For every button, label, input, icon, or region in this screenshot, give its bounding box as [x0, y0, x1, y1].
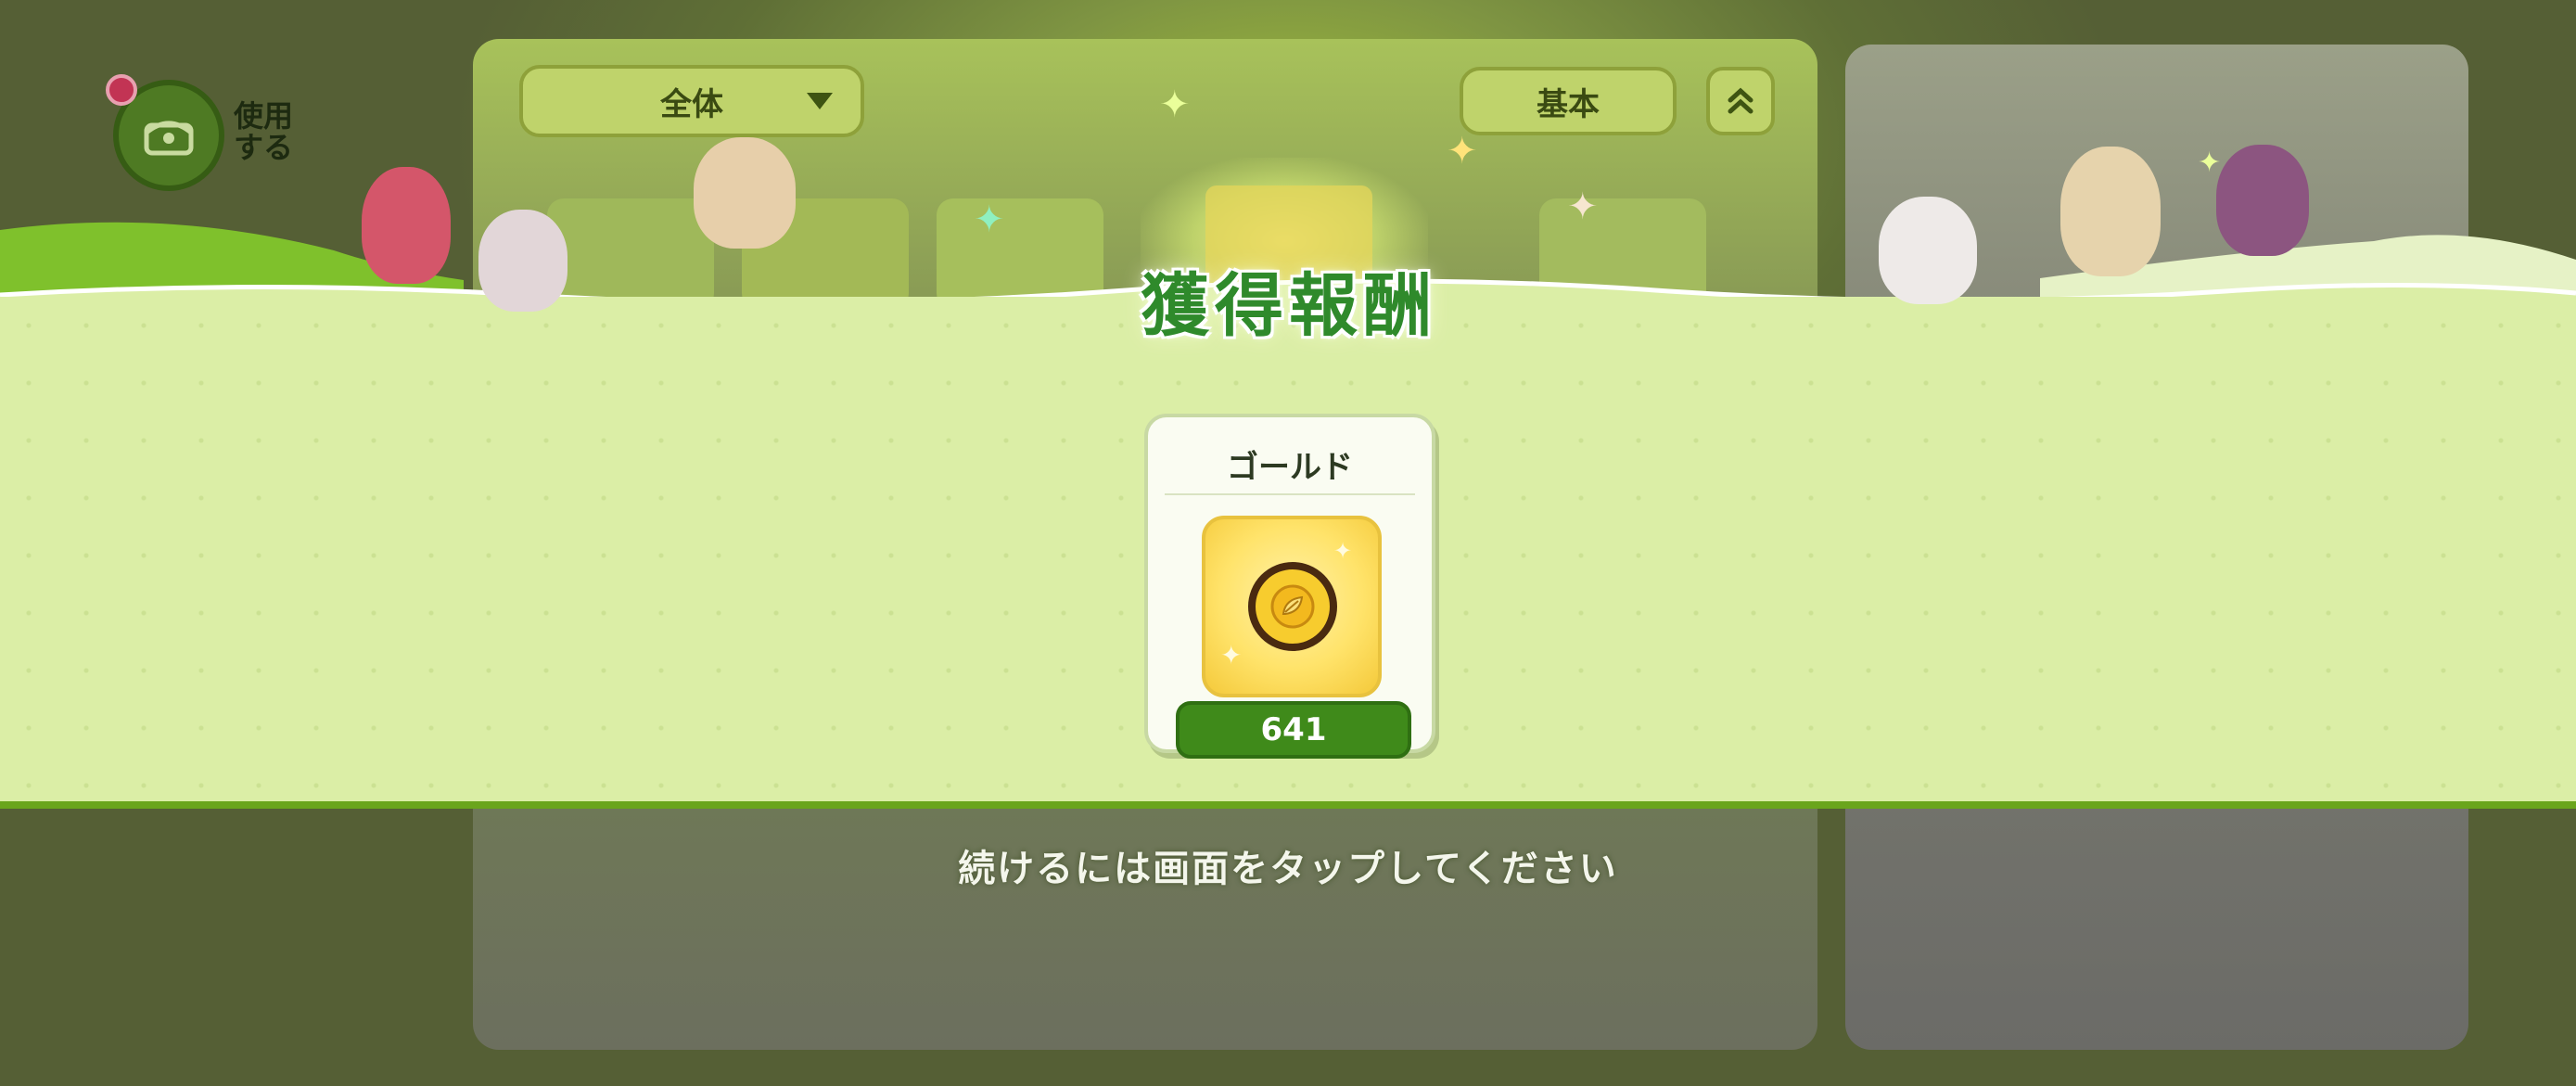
sparkle-icon: ✦ — [2198, 147, 2222, 179]
sparkle-icon: ✦ — [1333, 538, 1353, 564]
character-sprite — [2216, 145, 2309, 256]
use-item-button[interactable]: 使用 する — [104, 80, 382, 191]
collapse-button[interactable] — [1706, 67, 1775, 135]
new-badge-icon — [106, 74, 137, 106]
card-divider — [1165, 493, 1415, 495]
sort-button[interactable]: 基本 — [1460, 67, 1677, 135]
sort-button-label: 基本 — [1537, 85, 1600, 123]
reward-quantity: 641 — [1176, 701, 1411, 759]
use-button-label: 使用 する — [234, 98, 294, 165]
reward-item-name: ゴールド — [1227, 449, 1353, 486]
gold-coin-icon — [1248, 562, 1337, 651]
sparkle-icon: ✦ — [1567, 185, 1599, 228]
character-sprite — [2060, 147, 2161, 276]
reward-item-card[interactable]: ゴールド ✦ ✦ 641 — [1144, 414, 1435, 759]
tap-to-continue-hint[interactable]: 続けるには画面をタップしてください — [0, 838, 2576, 892]
sparkle-icon: ✦ — [1447, 130, 1478, 172]
character-sprite — [1879, 197, 1977, 304]
filter-dropdown-label: 全体 — [660, 85, 723, 123]
sparkle-icon: ✦ — [974, 198, 1005, 241]
chevron-down-icon — [807, 93, 833, 109]
character-sprite — [694, 137, 796, 249]
banner-bottom-edge — [0, 801, 2576, 809]
double-chevron-up-icon — [1728, 87, 1753, 114]
reward-title: 獲得報酬 — [1141, 266, 1437, 346]
character-sprite — [362, 167, 451, 284]
filter-dropdown[interactable]: 全体 — [519, 65, 864, 137]
sparkle-icon: ✦ — [1159, 83, 1191, 126]
character-sprite — [478, 210, 567, 312]
reward-item-icon-frame: ✦ ✦ — [1202, 516, 1382, 697]
sparkle-icon: ✦ — [1220, 640, 1243, 671]
